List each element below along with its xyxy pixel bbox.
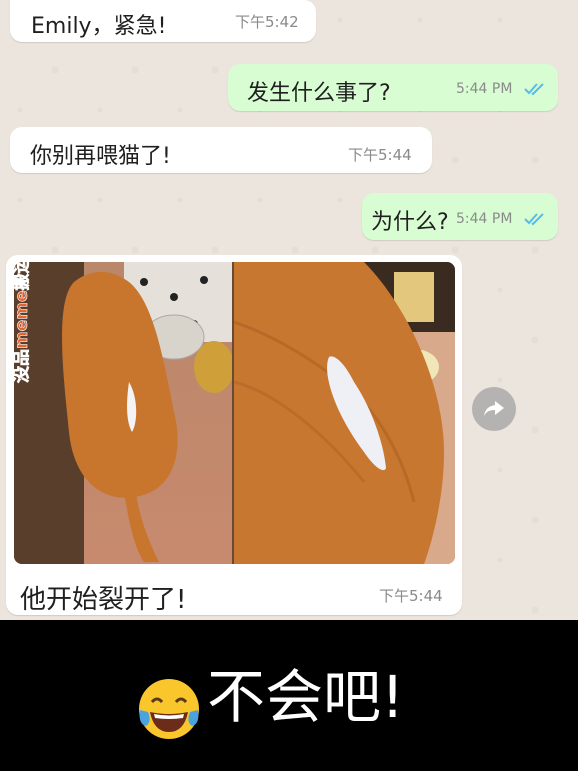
cat-photo[interactable] [14,262,455,564]
message-time: 下午5:42 [235,13,299,31]
message-text: 你别再喂猫了! [30,144,171,169]
forward-button[interactable] [472,387,516,431]
watermark: 没品meme搬运 [5,256,35,388]
message-text: 为什么? [371,210,449,235]
caption-text: 不会吧! [207,663,405,731]
tears-of-joy-emoji-icon [139,679,199,739]
message-time: 下午5:44 [379,587,443,605]
message-text: Emily，紧急! [31,14,167,39]
message-bubble-incoming[interactable]: Emily，紧急! 下午5:42 [10,0,316,42]
message-bubble-outgoing[interactable]: 为什么? 5:44 PM [362,193,558,240]
double-check-icon [524,213,544,226]
message-time: 5:44 PM [456,211,513,227]
message-time: 5:44 PM [456,81,513,97]
forward-icon [484,401,504,416]
message-time: 下午5:44 [348,146,412,164]
double-check-icon [524,83,544,96]
message-text: 他开始裂开了! [20,585,187,615]
cat-photo-right [234,262,455,564]
cat-photo-left [14,262,232,564]
message-text: 发生什么事了? [247,81,391,106]
svg-text:没品meme搬运: 没品meme搬运 [11,258,32,383]
message-bubble-incoming[interactable]: 你别再喂猫了! 下午5:44 [10,127,432,173]
chat-area: Emily，紧急! 下午5:42 发生什么事了? 5:44 PM 你别再喂猫了!… [0,0,578,620]
message-bubble-outgoing[interactable]: 发生什么事了? 5:44 PM [228,64,558,111]
